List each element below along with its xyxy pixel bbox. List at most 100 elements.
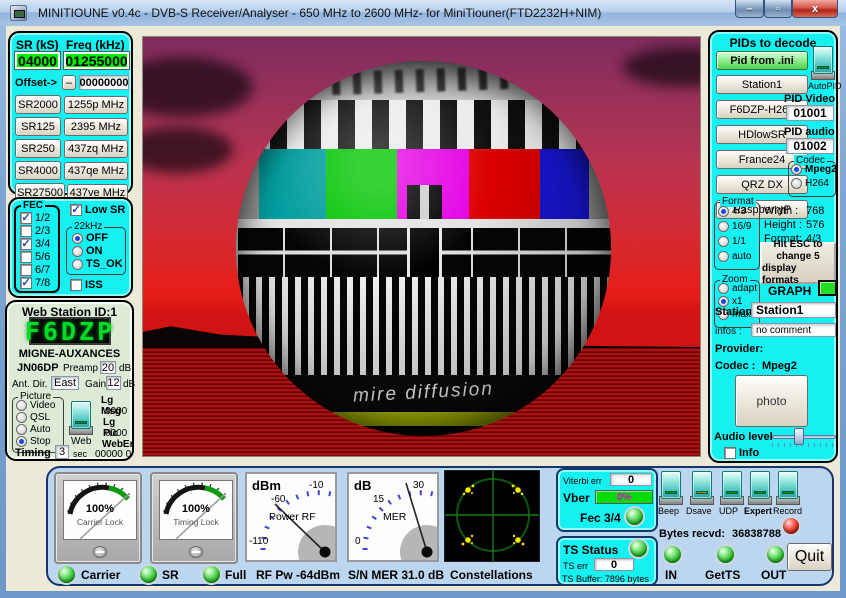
- pid-audio-label: PID audio: [784, 126, 835, 138]
- radio-ring: [72, 246, 83, 257]
- preset-freq-button[interactable]: 437qe MHz: [64, 162, 128, 180]
- viterbi-panel: Viterbi err 0 Vber 0% Fec 3/4: [556, 468, 658, 532]
- info-checkbox[interactable]: ✓Info: [724, 447, 759, 459]
- sr-led: [140, 566, 157, 583]
- preset-sr-button[interactable]: SR250: [15, 139, 61, 158]
- fec-checkbox-5-6[interactable]: ✓5/6: [20, 251, 50, 263]
- offset-value[interactable]: 00000000: [79, 75, 129, 90]
- tone-radio-on[interactable]: ON: [72, 245, 103, 257]
- picture-radio-stop[interactable]: Stop: [16, 436, 51, 447]
- carrier-led: [58, 566, 75, 583]
- checkbox-box: ✓: [20, 277, 32, 289]
- iss-checkbox[interactable]: ✓ISS: [70, 279, 103, 291]
- expert-switch[interactable]: [748, 471, 772, 505]
- checkbox-box: ✓: [70, 204, 82, 216]
- preset-sr-button[interactable]: SR4000: [15, 161, 61, 180]
- getts-led-label: GetTS: [705, 568, 740, 582]
- udp-switch-label: UDP: [719, 506, 738, 516]
- radio-ring: [72, 259, 83, 270]
- mer-tick-mid: 15: [373, 494, 385, 505]
- photo-button[interactable]: photo: [735, 375, 808, 427]
- preamp-field[interactable]: 20: [100, 361, 116, 374]
- out-led: [767, 546, 784, 563]
- udp-switch[interactable]: [720, 471, 744, 505]
- autopid-switch[interactable]: [811, 46, 835, 80]
- station-field[interactable]: Station1: [751, 302, 836, 318]
- freq-header: Freq (kHz): [66, 38, 125, 52]
- radio-ring: [72, 233, 83, 244]
- format-radio-16-9[interactable]: 16/9: [718, 221, 751, 232]
- titlebar[interactable]: MINITIOUNE v0.4c - DVB-S Receiver/Analys…: [0, 0, 846, 26]
- fec-checkbox-7-8[interactable]: ✓7/8: [20, 277, 50, 289]
- format-radio-1-1[interactable]: 1/1: [718, 236, 746, 247]
- fec-checkbox-2-3[interactable]: ✓2/3: [20, 225, 50, 237]
- pid-video-field[interactable]: 01001: [786, 105, 834, 121]
- record-led: [783, 518, 799, 534]
- fec-panel: FEC ✓1/2 ✓2/3 ✓3/4 ✓5/6 ✓6/7 ✓7/8 ✓Low S…: [8, 197, 133, 298]
- offset-label: Offset->: [15, 77, 57, 89]
- format-radio-auto[interactable]: auto: [718, 251, 751, 262]
- mer-tick-top: 30: [413, 480, 425, 491]
- rf-gauge-name: Power RF: [269, 511, 316, 523]
- preamp-unit: dB: [119, 363, 131, 374]
- fec-checkbox-1-2[interactable]: ✓1/2: [20, 212, 50, 224]
- rf-tick-mid: -60: [271, 494, 286, 505]
- pid-from-ini-button[interactable]: Pid from .ini: [716, 51, 808, 70]
- pid-audio-field[interactable]: 01002: [786, 138, 834, 154]
- radio-ring: [718, 221, 729, 232]
- sr-value[interactable]: 04000: [15, 52, 60, 69]
- format-radio-4-3[interactable]: 4/3: [718, 206, 746, 217]
- maximize-button[interactable]: ▫: [764, 0, 792, 18]
- timing-field[interactable]: 3: [55, 445, 69, 459]
- carrier-lock-value: 100%: [86, 503, 114, 515]
- preset-freq-button[interactable]: 2395 MHz: [64, 118, 128, 136]
- mer-gauge: dB 30 15 0 MER: [347, 472, 439, 562]
- preset-sr-button[interactable]: SR125: [15, 117, 61, 136]
- audio-slider-track[interactable]: [772, 435, 836, 439]
- web-station-panel: Web Station ID:1 F6DZP MIGNE-AUXANCES JN…: [5, 300, 134, 461]
- fec-checkbox-3-4[interactable]: ✓3/4: [20, 238, 50, 250]
- preset-sr-button[interactable]: SR2000: [15, 95, 61, 114]
- infos-field[interactable]: no comment: [751, 323, 836, 337]
- minimize-button[interactable]: –: [735, 0, 764, 18]
- timing-lock-meter: 100% Timing Lock: [150, 472, 238, 564]
- ts-status-led: [630, 540, 647, 557]
- gain-field[interactable]: 12: [106, 376, 121, 390]
- offset-minus-button[interactable]: –: [62, 75, 76, 90]
- dsave-switch[interactable]: [690, 471, 714, 505]
- web-switch[interactable]: [69, 401, 93, 435]
- station1-button[interactable]: Station1: [716, 75, 808, 94]
- preamp-label: Preamp: [63, 363, 98, 374]
- mer-tick-low: 0: [355, 536, 361, 547]
- tone-radio-off[interactable]: OFF: [72, 232, 108, 244]
- graph-label[interactable]: GRAPH: [768, 284, 811, 298]
- zoom-radio-adapt[interactable]: adapt: [718, 283, 757, 294]
- lg-pic-value: 0000: [105, 428, 127, 439]
- tone-radio-tsok[interactable]: TS_OK: [72, 258, 123, 270]
- low-sr-checkbox[interactable]: ✓Low SR: [70, 204, 125, 216]
- provider-label: Provider:: [715, 343, 763, 355]
- bytes-recvd-label: Bytes recvd:: [659, 528, 725, 540]
- codec-radio-h264[interactable]: H264: [791, 178, 829, 189]
- picture-radio-auto[interactable]: Auto: [16, 424, 51, 435]
- close-button[interactable]: x: [792, 0, 838, 18]
- timing-lock-label: Timing Lock: [173, 517, 219, 527]
- fec-checkbox-6-7[interactable]: ✓6/7: [20, 264, 50, 276]
- width-value: 768: [806, 205, 824, 217]
- preset-freq-button[interactable]: 437zq MHz: [64, 140, 128, 158]
- freq-value[interactable]: 01255000: [64, 52, 129, 69]
- ant-dir-field[interactable]: East: [51, 376, 79, 390]
- beep-switch[interactable]: [659, 471, 683, 505]
- audio-slider-ticks: [772, 443, 838, 447]
- preset-freq-button[interactable]: 1255p MHz: [64, 96, 128, 114]
- record-switch[interactable]: [776, 471, 800, 505]
- radio-ring: [718, 206, 729, 217]
- radio-ring: [791, 178, 802, 189]
- timing-label: Timing: [15, 447, 51, 459]
- picture-radio-qsl[interactable]: QSL: [16, 412, 50, 423]
- quit-button[interactable]: Quit: [787, 543, 832, 571]
- beep-switch-label: Beep: [658, 506, 679, 516]
- codec-radio-mpeg2[interactable]: Mpeg2: [791, 164, 837, 175]
- picture-radio-video[interactable]: Video: [16, 400, 55, 411]
- audio-level-label: Audio level: [714, 431, 773, 443]
